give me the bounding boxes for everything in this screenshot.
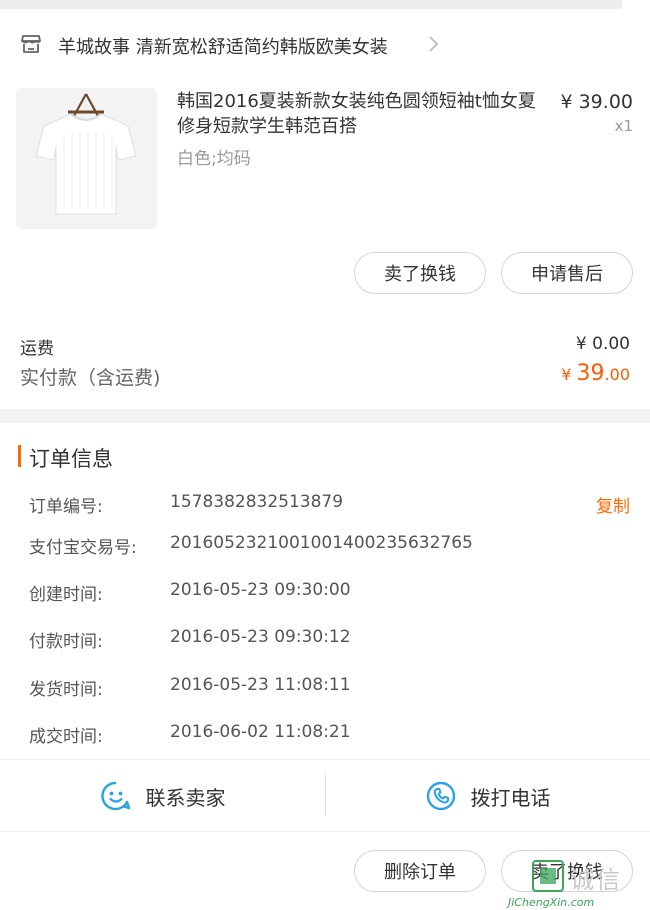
top-strip: [0, 0, 650, 9]
watermark-logo-icon: [532, 860, 564, 892]
tshirt-image: [16, 88, 157, 229]
contact-bar: 联系卖家 拨打电话: [0, 759, 650, 831]
watermark: 诚信 JiChengXin.com: [506, 858, 646, 910]
order-card: 羊城故事 清新宽松舒适简约韩版欧美女装 韩国2016夏装新款女装纯色圆领短袖t恤…: [0, 9, 650, 409]
call-phone-button[interactable]: 拨打电话: [325, 760, 650, 832]
chevron-right-icon: [429, 36, 439, 52]
section-accent-bar: [18, 445, 21, 467]
top-sliver: [622, 0, 650, 9]
product-quantity: x1: [614, 117, 633, 135]
info-value: 1578382832513879: [170, 492, 344, 512]
delete-order-button[interactable]: 删除订单: [354, 850, 486, 892]
shop-row[interactable]: 羊城故事 清新宽松舒适简约韩版欧美女装: [0, 22, 650, 66]
info-value: 2016-05-23 11:08:11: [170, 675, 351, 695]
phone-icon: [426, 781, 455, 811]
shop-name: 羊城故事 清新宽松舒适简约韩版欧美女装: [58, 37, 388, 58]
sell-button[interactable]: 卖了换钱: [354, 252, 486, 294]
info-label: 发货时间:: [29, 680, 103, 700]
info-row-order-number: 订单编号: 1578382832513879 复制: [0, 488, 650, 518]
info-label: 成交时间:: [29, 727, 103, 747]
info-row-completed: 成交时间: 2016-06-02 11:08:21: [0, 718, 650, 748]
info-row-shipped: 发货时间: 2016-05-23 11:08:11: [0, 671, 650, 701]
call-phone-label: 拨打电话: [470, 785, 551, 810]
copy-button[interactable]: 复制: [596, 492, 630, 517]
product-title[interactable]: 韩国2016夏装新款女装纯色圆领短袖t恤女夏修身短款学生韩范百搭: [177, 89, 547, 139]
paid-total: ¥ 39.00: [561, 361, 630, 386]
info-row-alipay-number: 支付宝交易号: 2016052321001001400235632765: [0, 529, 650, 559]
info-value: 2016052321001001400235632765: [170, 533, 473, 553]
paid-decimal: .00: [604, 365, 630, 384]
shipping-label: 运费: [20, 339, 54, 359]
watermark-text: JiChengXin.com: [508, 896, 595, 909]
paid-integer: 39: [576, 361, 605, 386]
paid-currency: ¥: [561, 365, 577, 384]
chat-smiley-icon: [100, 781, 130, 811]
info-label: 订单编号:: [29, 497, 103, 517]
watermark-cn-text: 诚信: [570, 866, 622, 894]
info-label: 付款时间:: [29, 632, 103, 652]
after-sales-button[interactable]: 申请售后: [501, 252, 633, 294]
order-info-title: 订单信息: [29, 447, 113, 471]
product-thumbnail[interactable]: [16, 88, 157, 229]
order-info-card: 订单信息 订单编号: 1578382832513879 复制 支付宝交易号: 2…: [0, 423, 650, 759]
info-value: 2016-06-02 11:08:21: [170, 722, 351, 742]
info-label: 创建时间:: [29, 585, 103, 605]
product-variant: 白色;均码: [177, 149, 251, 169]
info-row-created: 创建时间: 2016-05-23 09:30:00: [0, 576, 650, 606]
info-value: 2016-05-23 09:30:00: [170, 580, 351, 600]
info-label: 支付宝交易号:: [29, 538, 137, 558]
contact-seller-label: 联系卖家: [145, 785, 226, 810]
shop-icon: [21, 35, 41, 53]
product-price: ¥ 39.00: [560, 91, 633, 113]
contact-seller-button[interactable]: 联系卖家: [0, 760, 325, 832]
info-value: 2016-05-23 09:30:12: [170, 627, 351, 647]
paid-label: 实付款（含运费): [20, 367, 161, 389]
info-row-paid: 付款时间: 2016-05-23 09:30:12: [0, 623, 650, 653]
shipping-value: ¥ 0.00: [575, 334, 630, 354]
